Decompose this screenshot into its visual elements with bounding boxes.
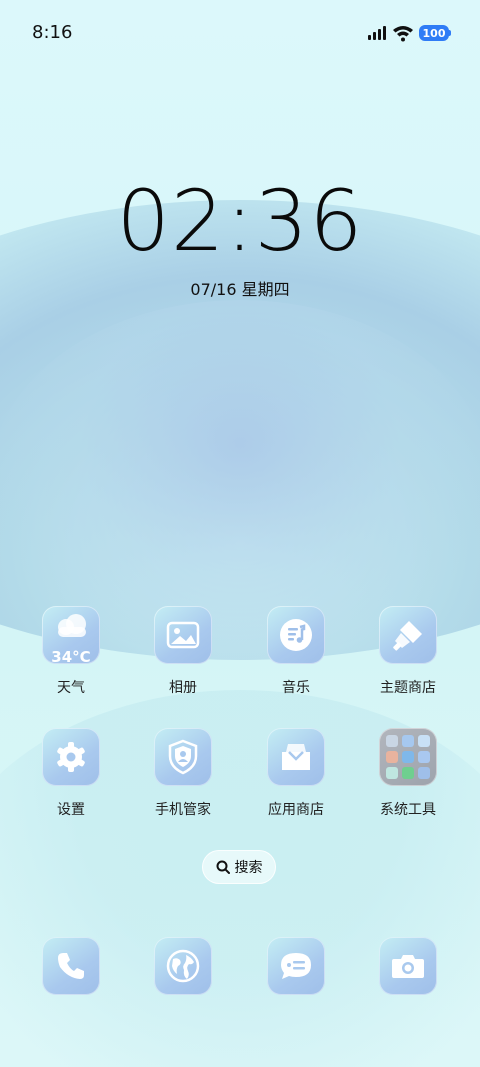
browser-tile[interactable] xyxy=(154,937,212,995)
camera-icon xyxy=(392,955,424,978)
search-button[interactable]: 搜索 xyxy=(202,850,276,884)
app-label: 系统工具 xyxy=(380,802,436,818)
status-time: 8:16 xyxy=(32,22,73,43)
shield-icon xyxy=(168,739,198,775)
app-label: 主题商店 xyxy=(380,680,436,696)
settings-tile[interactable] xyxy=(42,728,100,786)
search-label: 搜索 xyxy=(234,860,263,876)
message-icon xyxy=(281,953,311,979)
store-bag-icon xyxy=(282,744,310,770)
folder-icon xyxy=(386,735,430,779)
cloud-icon xyxy=(58,614,86,637)
music-note-icon xyxy=(280,619,312,651)
app-label: 设置 xyxy=(57,802,85,818)
weather-tile[interactable]: 34°C xyxy=(42,606,100,666)
battery-icon: 100 xyxy=(419,25,449,41)
app-gallery[interactable]: 相册 xyxy=(133,606,233,697)
app-music[interactable]: 音乐 xyxy=(246,606,346,697)
date-label: 07/16 星期四 xyxy=(190,280,290,299)
search-icon xyxy=(216,860,230,874)
dock-browser[interactable] xyxy=(133,937,233,995)
photo-icon xyxy=(166,621,200,649)
dock-messages[interactable] xyxy=(246,937,346,995)
app-label: 应用商店 xyxy=(268,802,324,818)
cellular-signal-icon xyxy=(368,26,386,40)
battery-level: 100 xyxy=(422,26,446,40)
phone-manager-tile[interactable] xyxy=(154,728,212,786)
app-label: 相册 xyxy=(169,680,197,696)
app-label: 手机管家 xyxy=(155,802,211,818)
status-bar: 8:16 100 xyxy=(0,0,480,68)
phone-icon xyxy=(58,953,84,979)
app-store-tile[interactable] xyxy=(267,728,325,786)
wallpaper xyxy=(0,0,480,1067)
folder-tile[interactable] xyxy=(379,728,437,786)
wifi-icon xyxy=(393,26,413,42)
gallery-tile[interactable] xyxy=(154,606,212,664)
brush-icon xyxy=(393,621,422,651)
dock-phone[interactable] xyxy=(21,937,121,995)
app-weather[interactable]: 34°C 天气 xyxy=(21,606,121,697)
app-label: 音乐 xyxy=(282,680,310,696)
dock-camera[interactable] xyxy=(358,937,458,995)
weather-temperature: 34°C xyxy=(51,648,91,666)
folder-system-tools[interactable]: 系统工具 xyxy=(358,728,458,819)
theme-store-tile[interactable] xyxy=(379,606,437,664)
gear-icon xyxy=(57,742,85,772)
app-theme-store[interactable]: 主题商店 xyxy=(358,606,458,697)
big-clock[interactable]: 02:36 xyxy=(0,176,480,266)
app-phone-manager[interactable]: 手机管家 xyxy=(133,728,233,819)
music-tile[interactable] xyxy=(267,606,325,664)
app-label: 天气 xyxy=(57,680,85,696)
app-settings[interactable]: 设置 xyxy=(21,728,121,819)
globe-icon xyxy=(166,949,200,983)
battery-tip xyxy=(448,30,451,36)
phone-tile[interactable] xyxy=(42,937,100,995)
messages-tile[interactable] xyxy=(267,937,325,995)
app-store[interactable]: 应用商店 xyxy=(246,728,346,819)
camera-tile[interactable] xyxy=(379,937,437,995)
